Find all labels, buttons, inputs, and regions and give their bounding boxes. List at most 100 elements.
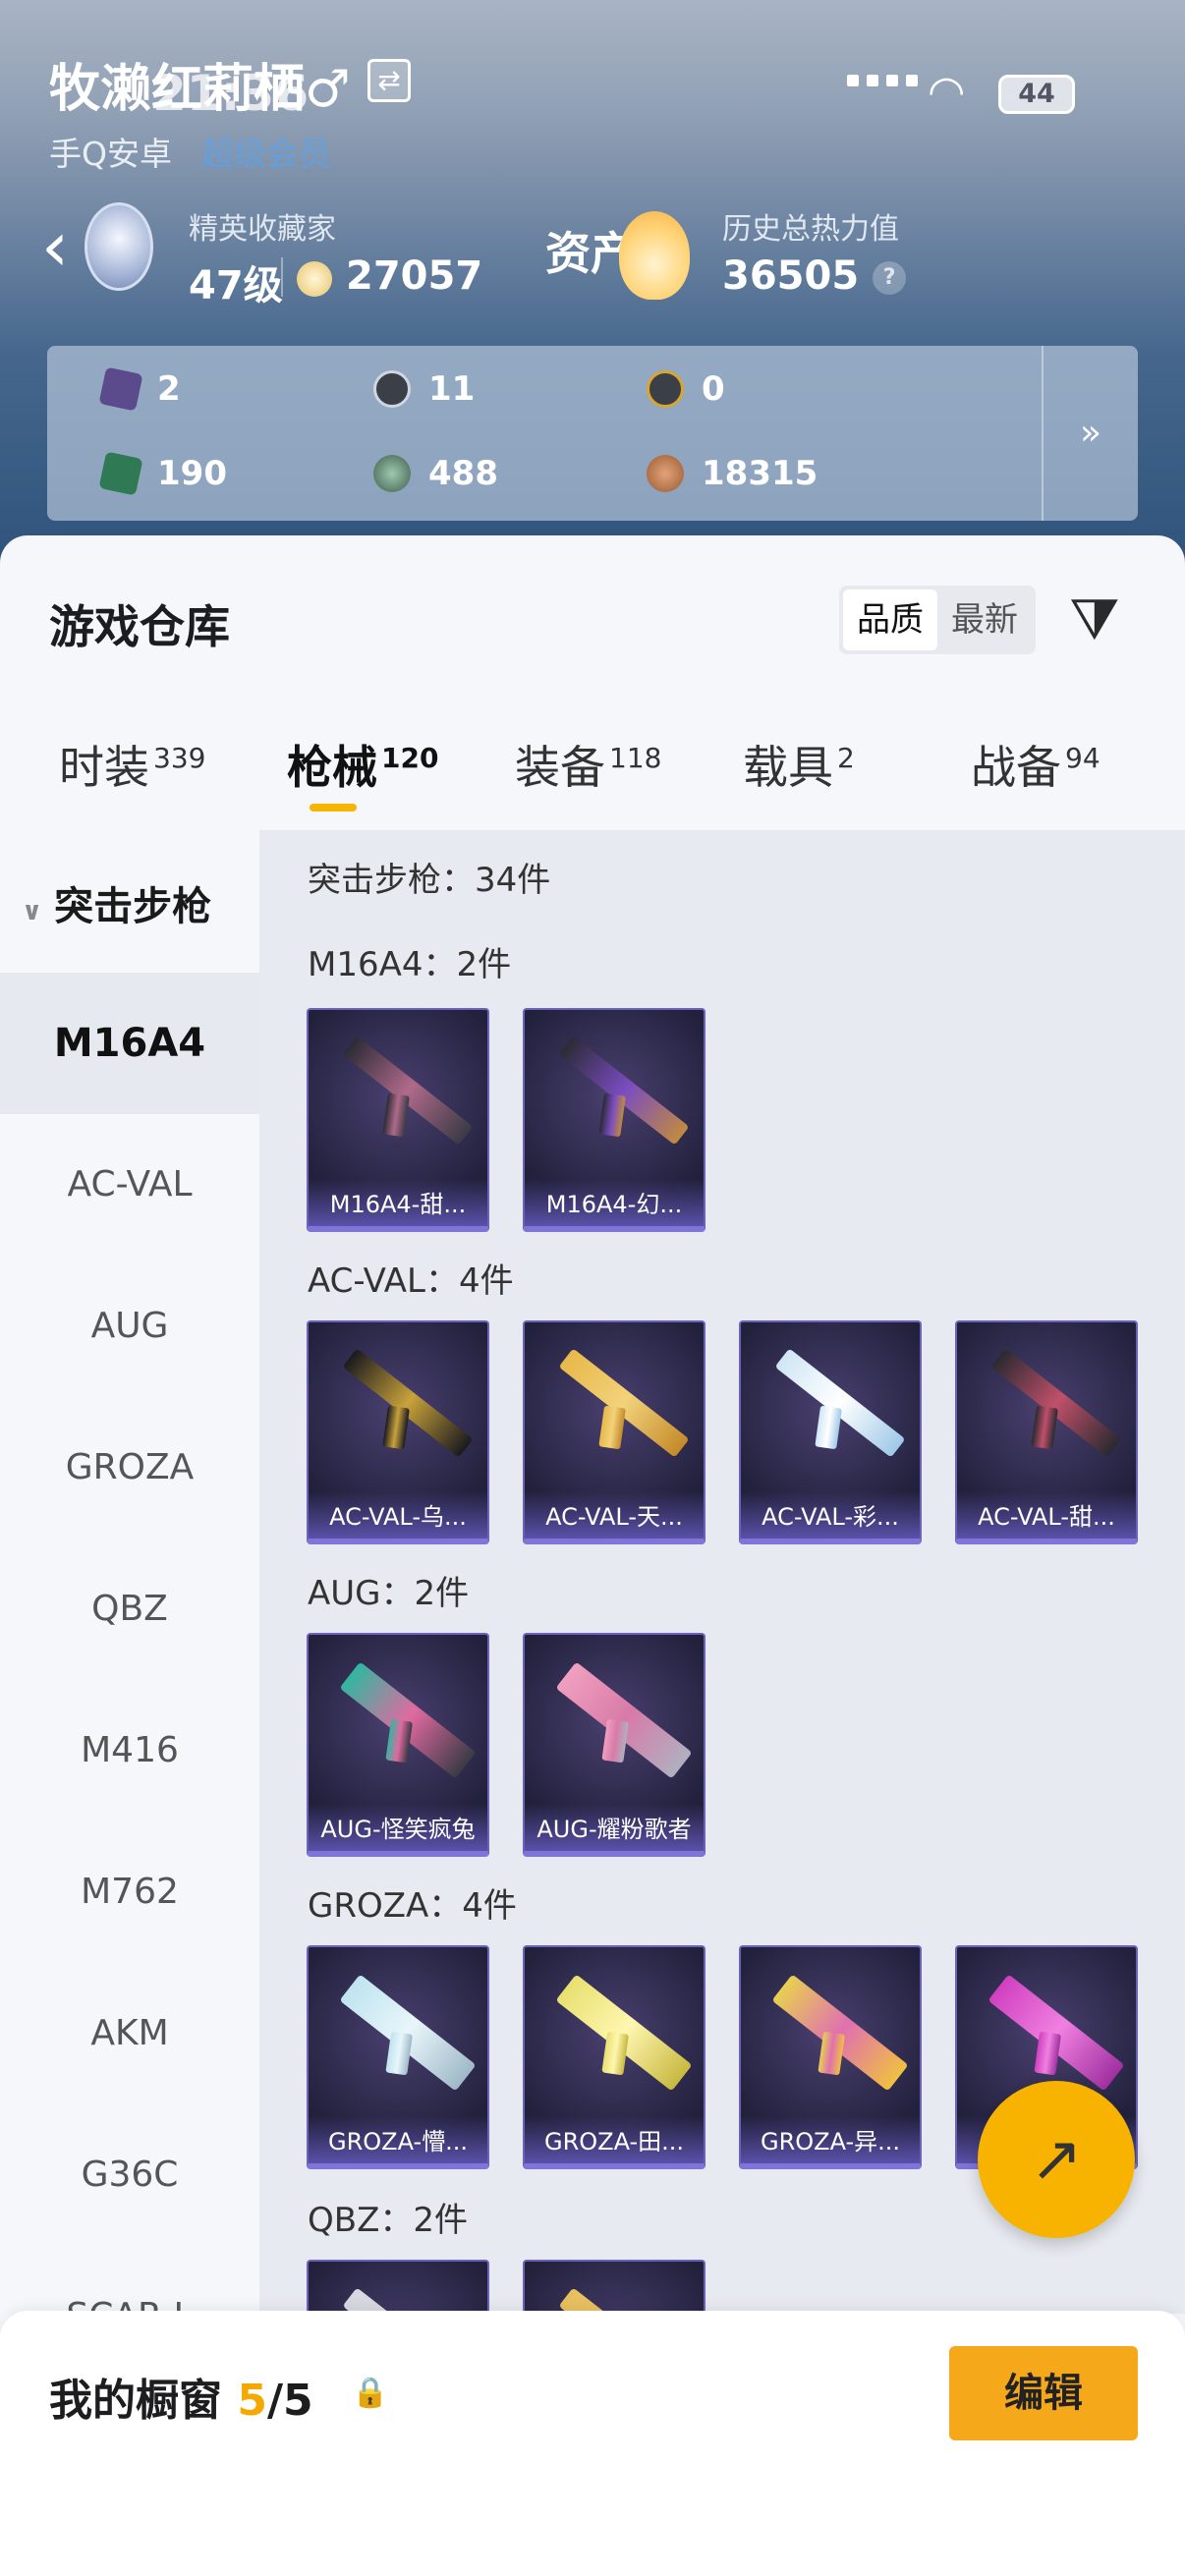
group-title: AC-VAL：4件	[308, 1261, 514, 1301]
weapon-skin-card[interactable]: M16A4-幻...	[523, 1008, 705, 1232]
flame-icon	[619, 211, 690, 300]
status-time: 21:36	[152, 65, 310, 122]
player-points: 27057	[346, 253, 483, 299]
back-chevron-icon[interactable]: ‹	[41, 212, 69, 281]
group-title: QBZ：2件	[308, 2201, 469, 2240]
weapon-skin-name: AC-VAL-彩...	[741, 1491, 920, 1539]
stat-value: 2	[157, 369, 181, 409]
sidebar-item-m16a4[interactable]: M16A4	[0, 973, 259, 1114]
tab-label: 载具	[743, 741, 833, 794]
tab-count: 94	[1065, 741, 1100, 774]
weapon-skin-card[interactable]: AC-VAL-彩...	[739, 1320, 922, 1544]
showcase-label: 我的橱窗	[49, 2376, 222, 2426]
weapon-skin-card[interactable]: GROZA-懵...	[307, 1945, 489, 2169]
weapon-skin-name: GROZA-异...	[741, 2116, 920, 2163]
tab-count: 2	[837, 741, 855, 774]
sidebar-item-akm[interactable]: AKM	[0, 1963, 259, 2104]
stat-s-coin: 11	[373, 369, 475, 409]
tab-count: 339	[153, 741, 206, 774]
weapon-skin-name: M16A4-甜...	[309, 1179, 487, 1226]
tab-vehicles[interactable]: 载具 2	[743, 732, 855, 797]
stat-value: 18315	[702, 454, 818, 493]
stats-more-icon[interactable]: »	[1042, 346, 1138, 521]
sidebar-item-qbz[interactable]: QBZ	[0, 1539, 259, 1680]
rifle-icon	[555, 1974, 693, 2092]
heat-value: 36505	[722, 253, 860, 299]
tab-equipment[interactable]: 装备 118	[515, 732, 661, 797]
rifle-icon	[774, 1348, 906, 1458]
stat-value: 488	[428, 454, 498, 493]
weapon-skin-card[interactable]: AC-VAL-甜...	[955, 1320, 1138, 1544]
weapon-skin-card[interactable]: GROZA-异...	[739, 1945, 922, 2169]
tab-label: 时装	[59, 741, 149, 794]
showcase-used: 5	[237, 2376, 267, 2426]
weapon-skin-name: AC-VAL-天...	[525, 1491, 704, 1539]
category-summary: 突击步枪：34件	[308, 861, 551, 900]
weapon-skin-card[interactable]: AC-VAL-天...	[523, 1320, 705, 1544]
stat-green-card: 190	[98, 451, 227, 496]
sidebar-category-header[interactable]: ∨ 突击步枪	[22, 874, 211, 931]
rifle-icon	[339, 1974, 477, 2092]
sort-latest-button[interactable]: 最新	[937, 589, 1032, 650]
bronze-coin-icon	[647, 455, 684, 492]
stats-panel[interactable]: 2 11 0 190 488 18315	[47, 346, 1138, 521]
rifle-icon	[988, 1974, 1125, 2092]
tab-weapons[interactable]: 枪械 120	[287, 732, 438, 797]
stat-value: 11	[428, 369, 476, 409]
help-icon[interactable]: ?	[873, 261, 907, 295]
rifle-icon	[771, 1974, 909, 2092]
tab-label: 装备	[515, 741, 605, 794]
group-title: M16A4：2件	[308, 945, 512, 984]
sort-quality-button[interactable]: 品质	[843, 589, 937, 650]
sidebar-item-m762[interactable]: M762	[0, 1821, 259, 1963]
card-icon	[98, 366, 143, 412]
sidebar-item-ac-val[interactable]: AC-VAL	[0, 1114, 259, 1256]
tab-fashion[interactable]: 时装 339	[59, 732, 205, 797]
weapon-skin-card[interactable]: AC-VAL-乌...	[307, 1320, 489, 1544]
rifle-icon	[558, 1036, 690, 1146]
edit-button[interactable]: 编辑	[949, 2346, 1138, 2440]
group-title: AUG：2件	[308, 1574, 470, 1613]
sidebar-item-g36c[interactable]: G36C	[0, 2104, 259, 2246]
weapon-skin-name: GROZA-田...	[525, 2116, 704, 2163]
rifle-icon	[555, 1661, 693, 1779]
stat-gold-coin: 0	[647, 369, 725, 409]
green-card-icon	[98, 451, 143, 496]
platform-line: 手Q安卓 超级会员	[49, 128, 331, 175]
group-title: GROZA：4件	[308, 1886, 517, 1926]
tab-count: 118	[609, 741, 662, 774]
filter-icon[interactable]: ⧩	[1069, 586, 1120, 653]
tab-label: 枪械	[287, 741, 377, 794]
weapon-skin-name: AUG-耀粉歌者	[525, 1804, 704, 1851]
stat-card: 2	[98, 366, 181, 412]
heat-label: 历史总热力值	[722, 212, 899, 247]
weapon-skin-card[interactable]: AUG-耀粉歌者	[523, 1633, 705, 1857]
weapon-skin-name: AUG-怪笑疯兔	[309, 1804, 487, 1851]
swap-account-icon[interactable]: ⇄	[367, 59, 411, 102]
collector-label: 精英收藏家	[189, 212, 336, 247]
player-level: 47级	[189, 263, 283, 308]
warehouse-title: 游戏仓库	[49, 600, 230, 653]
sort-toggle: 品质 最新	[839, 586, 1036, 654]
weapon-skin-card[interactable]: AUG-怪笑疯兔	[307, 1633, 489, 1857]
sidebar-item-groza[interactable]: GROZA	[0, 1397, 259, 1539]
heat-value-row: 36505?	[722, 253, 907, 299]
weapon-skin-name: AC-VAL-乌...	[309, 1491, 487, 1539]
rifle-icon	[990, 1348, 1122, 1458]
sidebar-item-m416[interactable]: M416	[0, 1680, 259, 1821]
tab-count: 120	[381, 741, 439, 774]
rifle-icon	[558, 1348, 690, 1458]
share-button[interactable]: ↗	[978, 2081, 1135, 2238]
wifi-icon: ◠	[928, 67, 966, 117]
battery-icon: 44	[998, 75, 1075, 114]
weapon-skin-card[interactable]: GROZA-田...	[523, 1945, 705, 2169]
sidebar-item-aug[interactable]: AUG	[0, 1256, 259, 1397]
gender-icon: ♂	[305, 60, 351, 119]
gold-coin-icon	[647, 370, 684, 408]
share-icon: ↗	[1030, 2123, 1083, 2196]
collector-medal-icon	[85, 202, 153, 291]
tab-supplies[interactable]: 战备 94	[971, 732, 1100, 797]
platform-note: 超级会员	[200, 135, 331, 173]
weapon-skin-card[interactable]: M16A4-甜...	[307, 1008, 489, 1232]
rifle-icon	[342, 1348, 474, 1458]
